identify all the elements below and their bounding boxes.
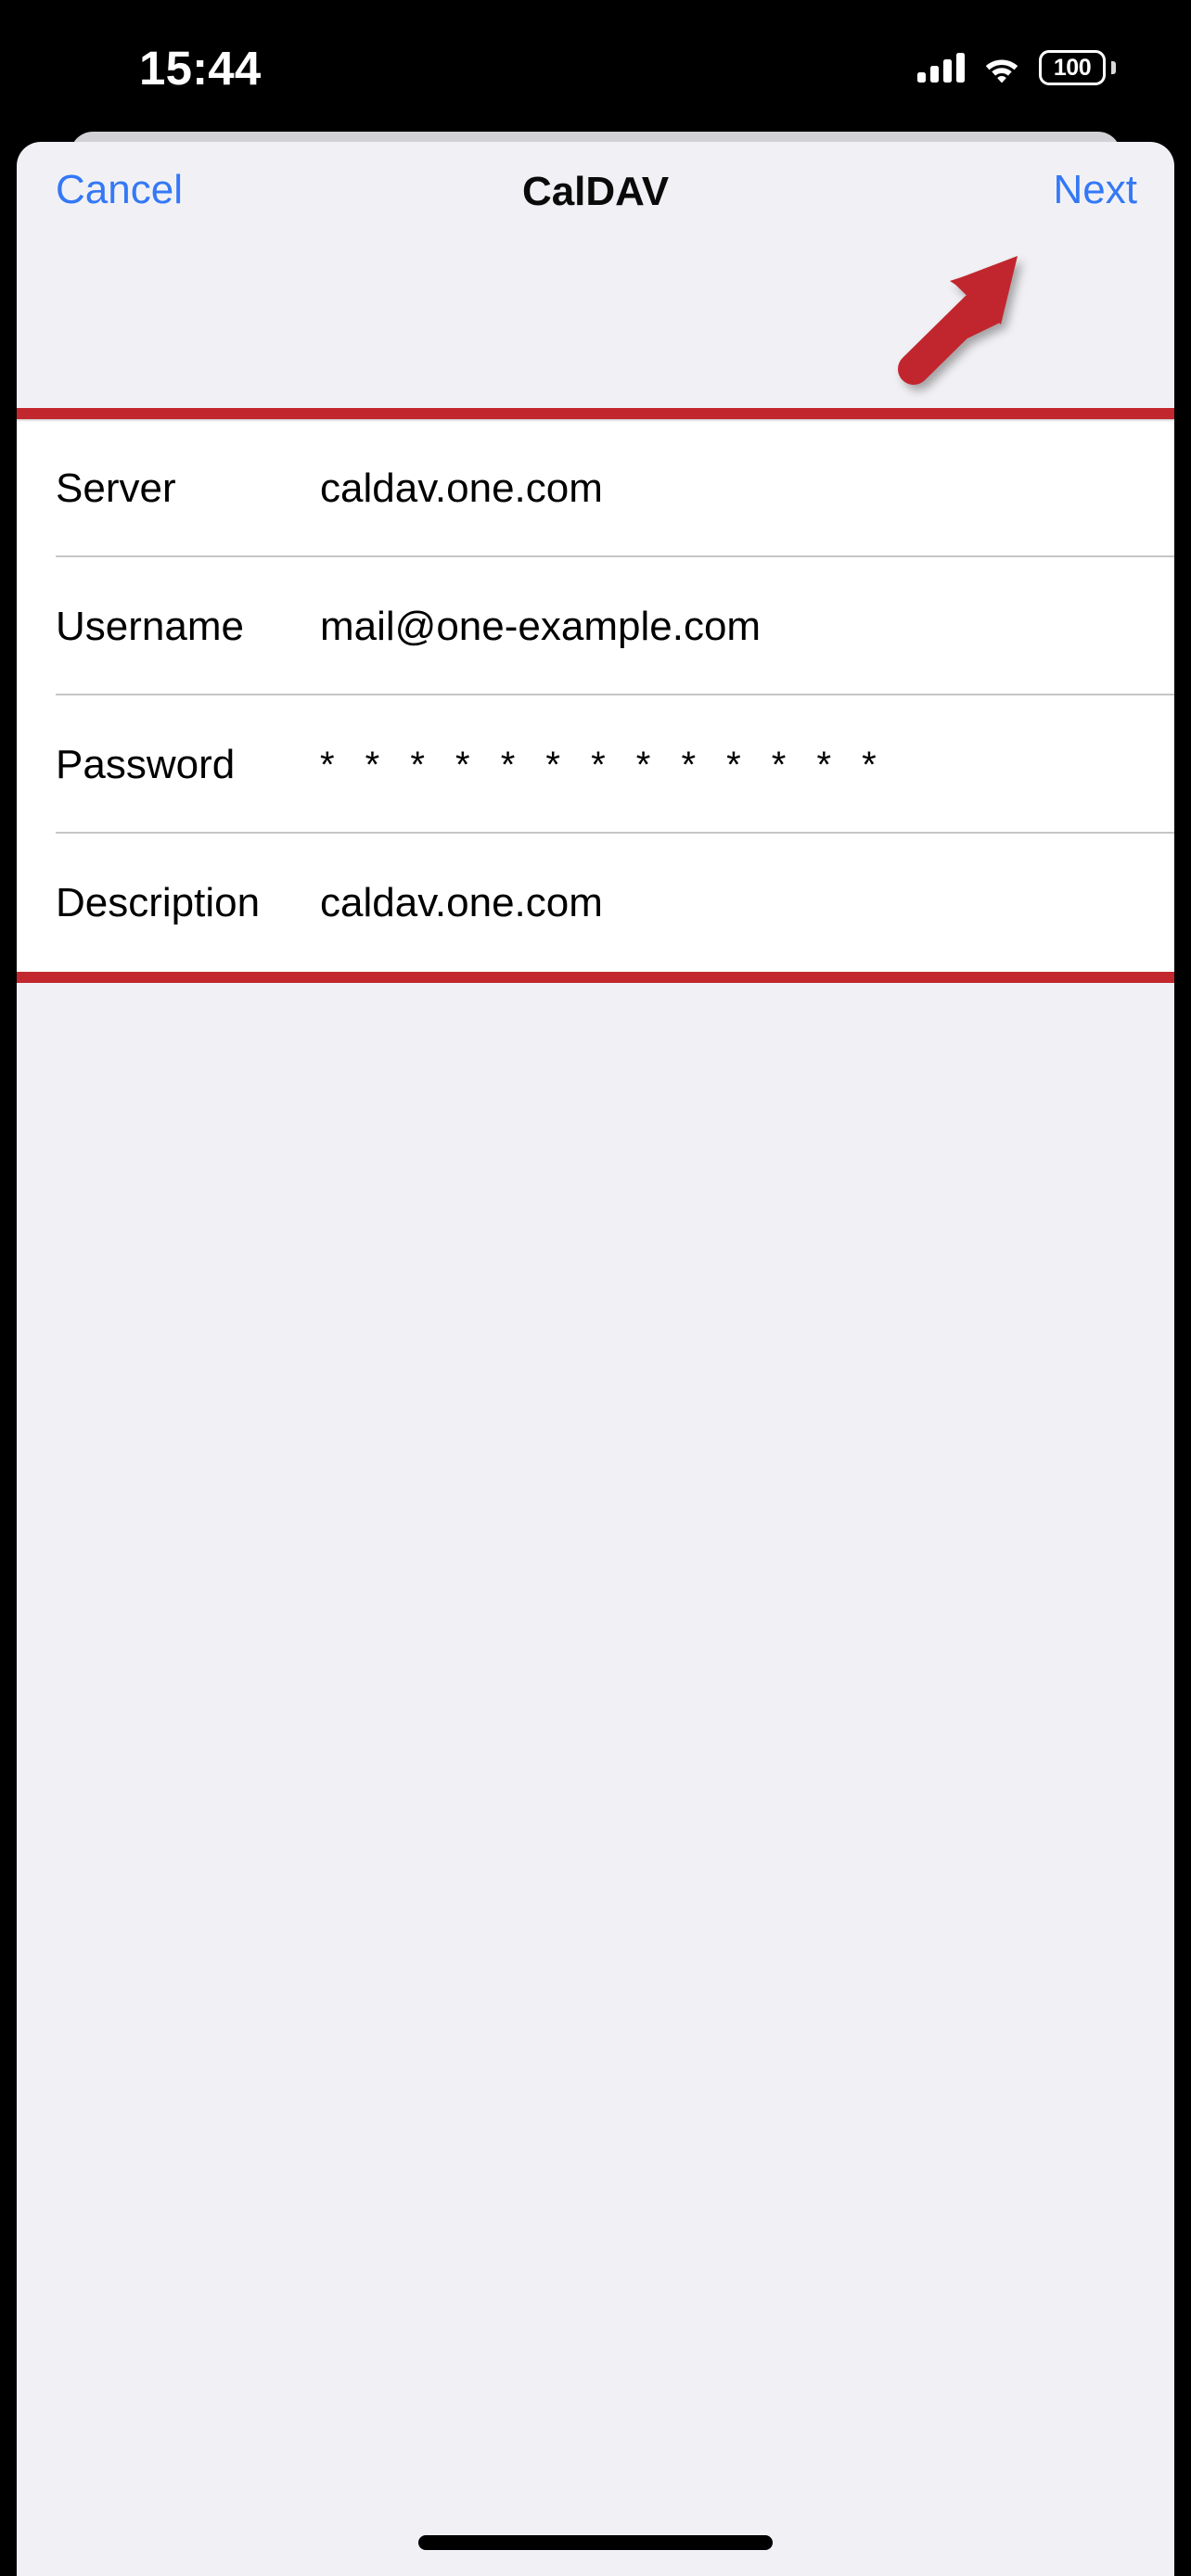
caldav-account-sheet: Cancel CalDAV Next Server caldav.one.com… <box>17 142 1174 2576</box>
next-button[interactable]: Next <box>1054 170 1137 210</box>
status-bar: 15:44 100 <box>0 0 1191 132</box>
form-row-description[interactable]: Description caldav.one.com <box>17 834 1174 972</box>
status-bar-indicators: 100 <box>917 48 1116 87</box>
navigation-bar: Cancel CalDAV Next <box>17 142 1174 267</box>
form-row-password[interactable]: Password * * * * * * * * * * * * * <box>17 695 1174 834</box>
form-row-username[interactable]: Username mail@one-example.com <box>17 557 1174 695</box>
wifi-icon <box>981 53 1022 83</box>
username-input[interactable]: mail@one-example.com <box>320 606 761 647</box>
status-bar-time: 15:44 <box>139 42 262 95</box>
cellular-bars-icon <box>917 53 965 83</box>
password-label: Password <box>56 741 236 787</box>
sheet-bottom-fill <box>17 2465 1174 2576</box>
settings-form-card: Server caldav.one.com Username mail@one-… <box>17 419 1174 972</box>
home-indicator[interactable] <box>418 2535 773 2550</box>
description-label: Description <box>56 879 261 925</box>
server-label: Server <box>56 465 176 511</box>
server-input[interactable]: caldav.one.com <box>320 467 603 509</box>
form-row-server[interactable]: Server caldav.one.com <box>17 419 1174 557</box>
battery-percent-label: 100 <box>1053 54 1092 81</box>
red-highlight-box: Server caldav.one.com Username mail@one-… <box>17 408 1174 983</box>
account-form-section: Server caldav.one.com Username mail@one-… <box>17 408 1174 983</box>
battery-full-icon: 100 <box>1039 50 1116 85</box>
description-input[interactable]: caldav.one.com <box>320 882 603 924</box>
password-input[interactable]: * * * * * * * * * * * * * <box>320 746 887 784</box>
page-title: CalDAV <box>521 169 670 214</box>
username-label: Username <box>56 603 244 649</box>
iphone-screen: 15:44 100 Cancel CalDAV Next Server cald… <box>0 0 1191 2576</box>
